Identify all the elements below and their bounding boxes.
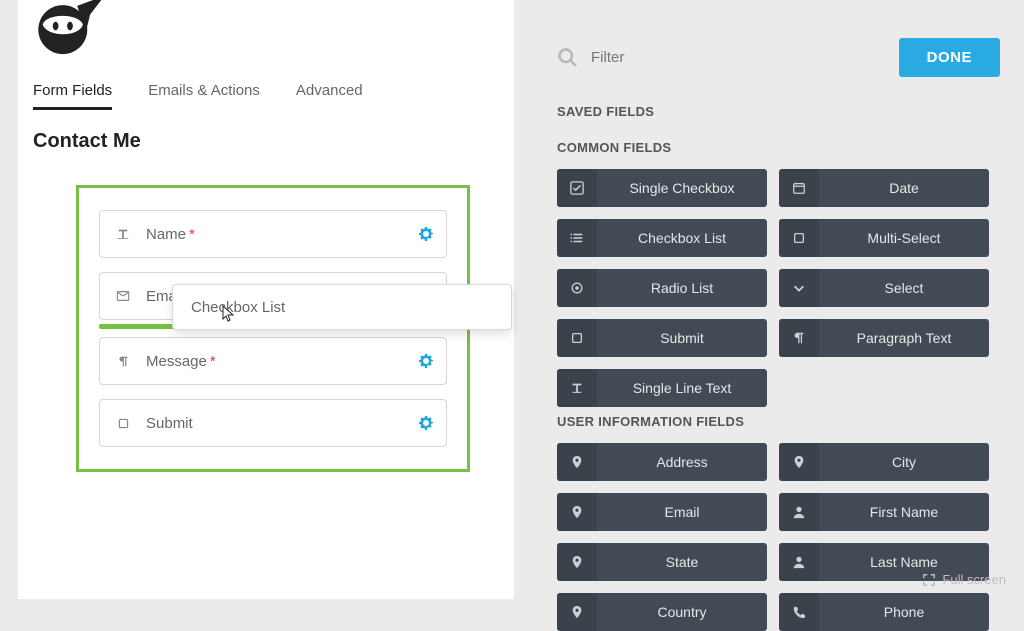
chip-label: Radio List [597, 280, 767, 296]
field-label: Submit [146, 415, 193, 432]
chip-label: Phone [819, 604, 989, 620]
gear-icon[interactable] [418, 353, 434, 369]
user-icon [779, 493, 819, 531]
list-icon [557, 219, 597, 257]
chip-label: Checkbox List [597, 230, 767, 246]
user-icon [779, 543, 819, 581]
field-chip[interactable]: Email [557, 493, 767, 531]
search-icon [557, 47, 577, 67]
chips-container: Address City Email First Name State Last Name… [557, 443, 1000, 631]
chip-label: Country [597, 604, 767, 620]
chip-label: First Name [819, 504, 989, 520]
field-label: Message* [146, 353, 216, 370]
field-chip[interactable]: Radio List [557, 269, 767, 307]
field-label: Name* [146, 226, 195, 243]
field-chip[interactable]: Single Checkbox [557, 169, 767, 207]
filter-input[interactable] [591, 49, 899, 66]
chip-label: Last Name [819, 554, 989, 570]
box-icon [779, 219, 819, 257]
chip-label: Paragraph Text [819, 330, 989, 346]
chip-label: Address [597, 454, 767, 470]
chip-label: Email [597, 504, 767, 520]
field-row-submit[interactable]: Submit [99, 399, 447, 447]
field-chip[interactable]: State [557, 543, 767, 581]
drag-ghost-label: Checkbox List [191, 299, 285, 316]
field-chip[interactable]: Checkbox List [557, 219, 767, 257]
chip-label: City [819, 454, 989, 470]
chip-label: Multi-Select [819, 230, 989, 246]
chip-label: State [597, 554, 767, 570]
field-chip[interactable]: Address [557, 443, 767, 481]
text-icon [114, 227, 132, 241]
field-chip[interactable]: Select [779, 269, 989, 307]
pin-icon [557, 493, 597, 531]
box-icon [557, 319, 597, 357]
gear-icon[interactable] [418, 226, 434, 242]
section-saved-fields: SAVED FIELDS [557, 104, 1000, 119]
section-title: SAVED FIELDS [557, 104, 1000, 119]
paragraph-icon [114, 355, 132, 368]
section-title: COMMON FIELDS [557, 140, 1000, 155]
app-logo [34, 0, 106, 56]
field-row-message[interactable]: Message* [99, 337, 447, 385]
fullscreen-toggle[interactable]: Full screen [922, 572, 1006, 587]
form-title: Contact Me [18, 110, 514, 153]
chev-icon [779, 269, 819, 307]
tab-form-fields[interactable]: Form Fields [33, 82, 112, 110]
radio-icon [557, 269, 597, 307]
field-chip[interactable]: City [779, 443, 989, 481]
chip-label: Submit [597, 330, 767, 346]
field-chip[interactable]: Paragraph Text [779, 319, 989, 357]
text-icon [557, 369, 597, 407]
field-chip[interactable]: Date [779, 169, 989, 207]
field-chip[interactable]: First Name [779, 493, 989, 531]
chips-container: Single Checkbox Date Checkbox List Multi-Se… [557, 169, 1000, 407]
check-icon [557, 169, 597, 207]
field-row-name[interactable]: Name* [99, 210, 447, 258]
section-title: USER INFORMATION FIELDS [557, 414, 1000, 429]
chip-label: Select [819, 280, 989, 296]
pin-icon [557, 543, 597, 581]
para-icon [779, 319, 819, 357]
chip-label: Single Checkbox [597, 180, 767, 196]
chip-label: Single Line Text [597, 380, 767, 396]
mail-icon [114, 289, 132, 303]
chip-label: Date [819, 180, 989, 196]
tab-advanced[interactable]: Advanced [296, 82, 363, 110]
date-icon [779, 169, 819, 207]
field-chip[interactable]: Multi-Select [779, 219, 989, 257]
tab-emails-actions[interactable]: Emails & Actions [148, 82, 260, 110]
section-user-fields: USER INFORMATION FIELDS Address City Email… [557, 414, 1000, 631]
pin-icon [779, 443, 819, 481]
field-chip[interactable]: Submit [557, 319, 767, 357]
fullscreen-label: Full screen [942, 572, 1006, 587]
field-chip[interactable]: Single Line Text [557, 369, 767, 407]
pin-icon [557, 443, 597, 481]
section-common-fields: COMMON FIELDS Single Checkbox Date Checkbo… [557, 140, 1000, 407]
box-icon [114, 417, 132, 430]
sidebar-header: DONE [557, 38, 1000, 76]
cursor-icon [222, 305, 236, 323]
gear-icon[interactable] [418, 415, 434, 431]
done-button[interactable]: DONE [899, 38, 1000, 77]
